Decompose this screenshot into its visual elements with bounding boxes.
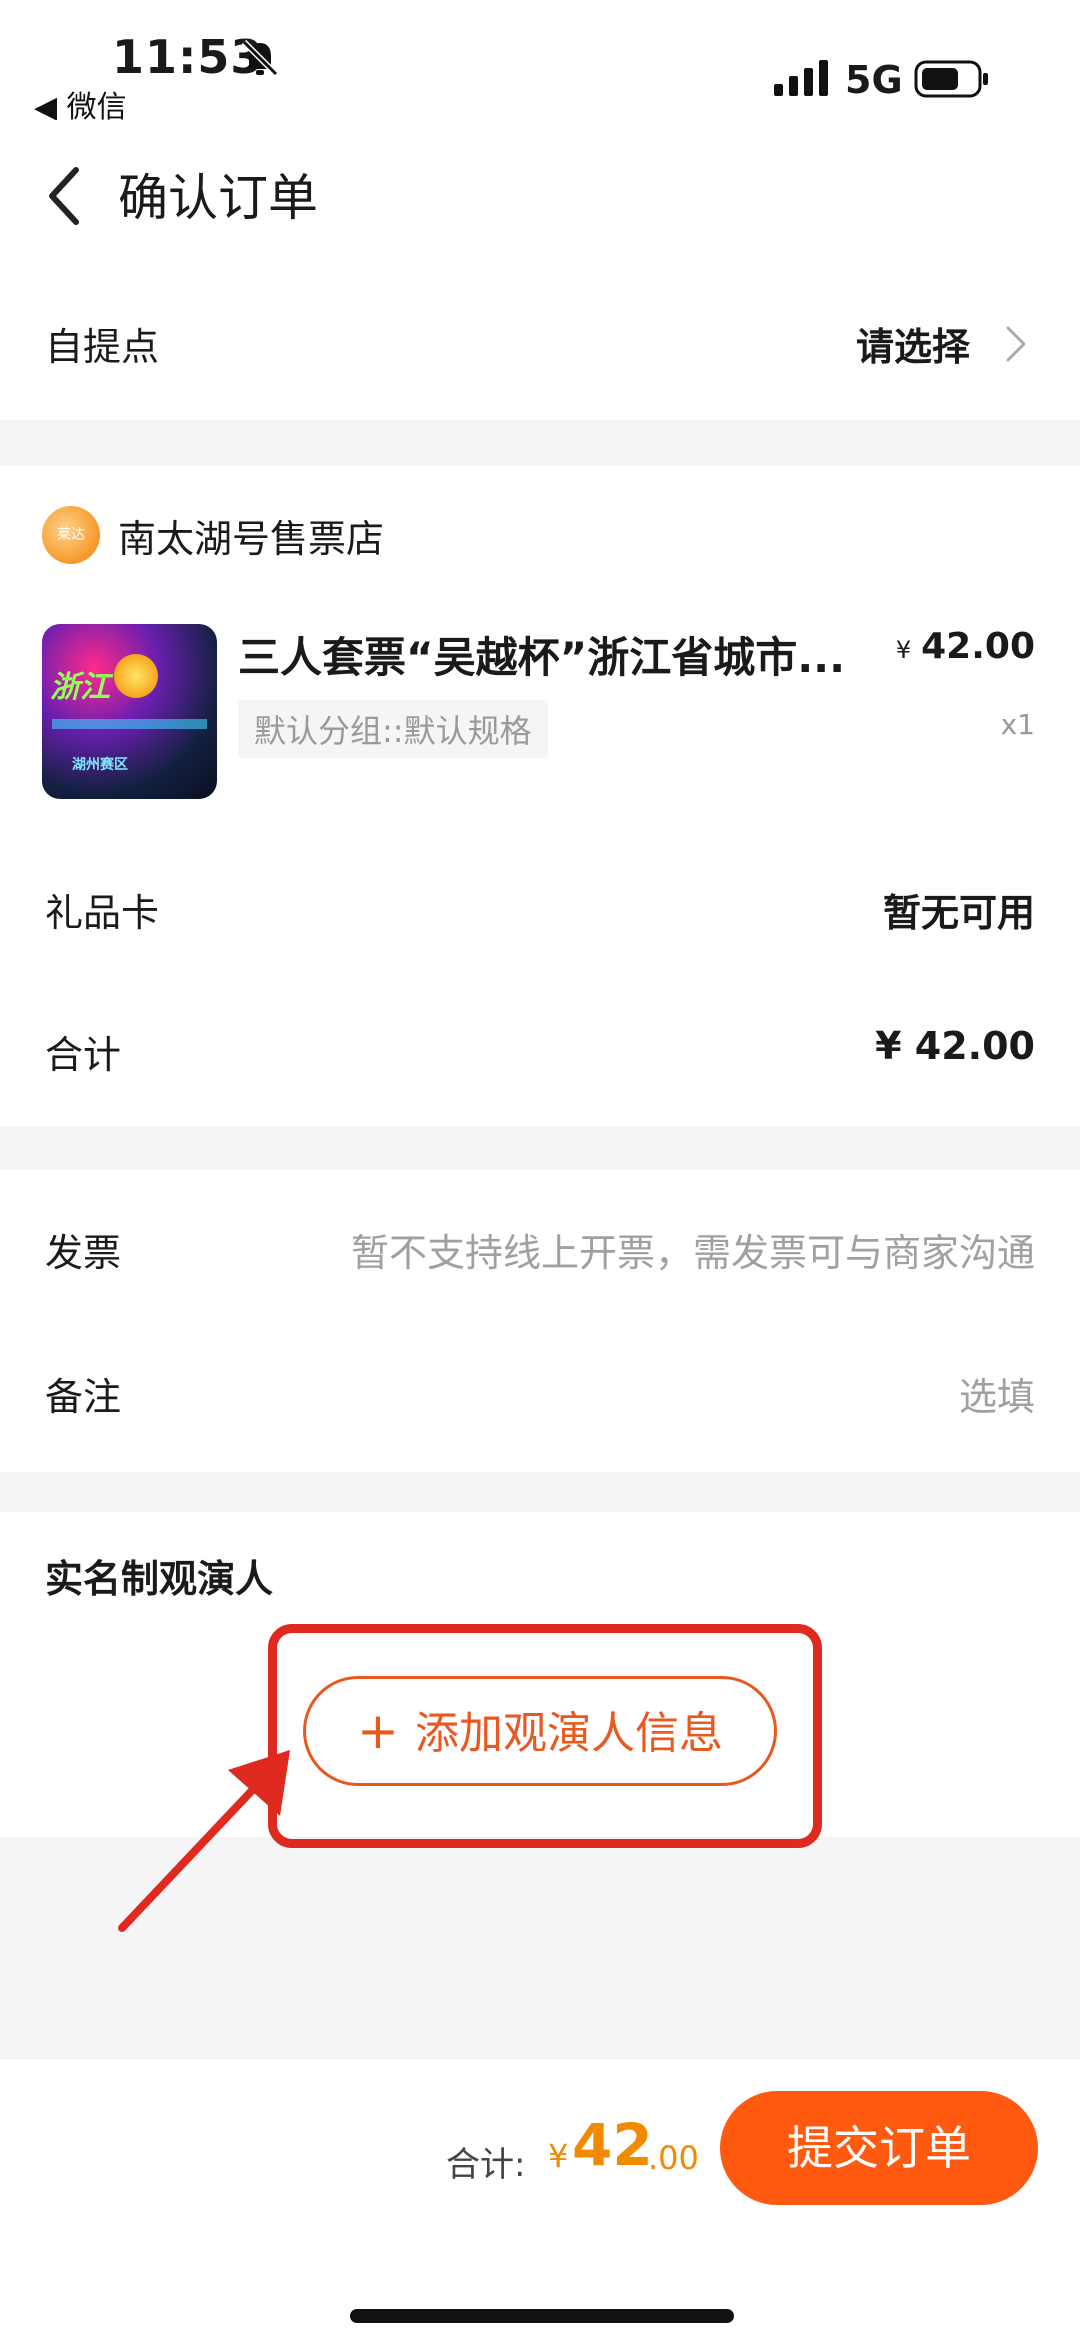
- invoice-label: 发票: [45, 1231, 122, 1275]
- annotation-arrow-icon: [118, 1750, 290, 1932]
- thumb-glow: [52, 719, 207, 729]
- bell-slash-icon: [241, 39, 279, 77]
- total-label: 合计: [45, 1033, 122, 1077]
- bottom-bar: 合计: ¥ 42 .00 提交订单: [0, 2058, 1080, 2341]
- invoice-value: 暂不支持线上开票，需发票可与商家沟通: [350, 1231, 1035, 1275]
- status-bar: 11:53 ◀ 微信 5G: [0, 0, 1080, 125]
- home-indicator[interactable]: [350, 2309, 734, 2323]
- product-thumbnail: 浙江 湖州赛区: [42, 624, 217, 799]
- thumb-title: 浙江: [50, 670, 110, 705]
- product-quantity: x1: [1000, 708, 1035, 741]
- product-spec: 默认分组::默认规格: [238, 700, 548, 758]
- submit-order-button[interactable]: 提交订单: [720, 2091, 1038, 2205]
- invoice-note-card: 发票 暂不支持线上开票，需发票可与商家沟通 备注 选填: [0, 1170, 1080, 1472]
- pickup-label: 自提点: [45, 325, 160, 369]
- total-value: ¥ 42.00: [875, 1024, 1035, 1068]
- bottom-total-integer: 42: [572, 2111, 653, 2179]
- football-icon: [114, 654, 158, 698]
- nav-bar: 确认订单: [0, 120, 1080, 270]
- annotation-highlight-box: [268, 1624, 822, 1848]
- gift-card-value[interactable]: 暂无可用: [883, 882, 1035, 937]
- price-amount: 42.00: [921, 626, 1035, 667]
- page-title: 确认订单: [118, 169, 318, 227]
- back-arrow-icon[interactable]: [40, 156, 90, 236]
- viewer-title: 实名制观演人: [45, 1557, 274, 1601]
- product-title: 三人套票“吴越杯”浙江省城市...: [238, 633, 846, 682]
- signal-icon: [774, 60, 828, 96]
- chevron-right-icon: [1006, 326, 1026, 362]
- bottom-total-label: 合计:: [446, 2145, 526, 2185]
- store-card: 莱达 南太湖号售票店 浙江 湖州赛区 三人套票“吴越杯”浙江省城市... ¥42…: [0, 466, 1080, 1126]
- bottom-total-currency: ¥: [548, 2137, 569, 2175]
- note-label: 备注: [45, 1375, 122, 1419]
- pickup-point-row[interactable]: 自提点 请选择: [0, 270, 1080, 420]
- note-input[interactable]: 选填: [959, 1366, 1035, 1421]
- bottom-total-decimal: .00: [648, 2139, 699, 2177]
- gift-card-label: 礼品卡: [45, 891, 160, 935]
- battery-icon: [914, 60, 988, 98]
- network-type: 5G: [845, 58, 903, 102]
- product-price: ¥42.00: [896, 626, 1035, 667]
- store-name: 南太湖号售票店: [118, 517, 385, 561]
- thumb-subtitle: 湖州赛区: [72, 757, 128, 773]
- price-currency: ¥: [895, 636, 912, 664]
- store-logo: 莱达: [42, 506, 100, 564]
- pickup-value: 请选择: [855, 325, 970, 369]
